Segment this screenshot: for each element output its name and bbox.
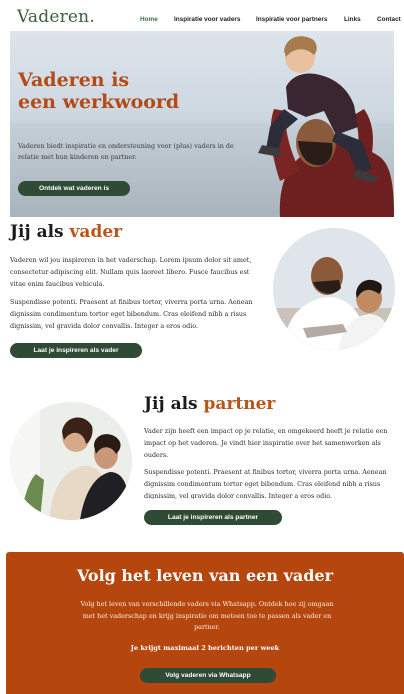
follow-whatsapp-button[interactable]: Volg vaderen via Whatsapp [140,668,276,683]
partner-paragraph-1: Vader zijn heeft een impact op je relati… [144,427,388,459]
cta-frequency-note: Je krijgt maximaal 2 berichten per week [130,644,280,652]
partner-title-accent: partner [203,394,276,414]
hero-description: Vaderen biedt inspiratie en ondersteunin… [18,142,234,161]
father-son-illustration [273,228,395,350]
hero-banner: Vaderen is een werkwoord Vaderen biedt i… [10,31,394,217]
nav-item-contact[interactable]: Contact [377,16,401,23]
father-paragraph-2: Suspendisse potenti. Praesent at finibus… [10,298,253,330]
father-title-accent: vader [69,222,123,242]
partner-couple-photo [10,402,132,520]
nav-item-inspiratie-vaders[interactable]: Inspiratie voor vaders [174,16,240,23]
nav-item-home[interactable]: Home [140,16,158,23]
partner-section-title: Jij als partner [144,394,275,414]
discover-vaderen-button[interactable]: Ontdek wat vaderen is [18,181,130,196]
top-nav: Vaderen. Home Inspiratie voor vaders Ins… [0,0,404,32]
cta-description: Volg het leven van verschillende vaders … [80,600,334,631]
hero-title: Vaderen is een werkwoord [18,69,228,113]
partner-paragraph-2-clip: Suspendisse potenti. Praesent at finibus… [144,467,398,499]
father-section-title: Jij als vader [10,222,122,242]
father-son-photo [273,228,395,350]
father-paragraph-1: Vaderen wil jou inspireren in het vaders… [10,256,252,288]
partner-title-prefix: Jij als [144,394,204,414]
nav-item-inspiratie-partners[interactable]: Inspiratie voor partners [256,16,327,23]
partner-paragraph-2: Suspendisse potenti. Praesent at finibus… [144,468,387,499]
hero-title-line2: een werkwoord [18,91,180,113]
hero-father-child-photo [258,36,394,217]
cta-title: Volg het leven van een vader [76,566,334,585]
partner-inspire-button[interactable]: Laat je inspireren als partner [144,510,282,525]
father-inspire-button[interactable]: Laat je inspireren als vader [10,343,142,358]
father-title-prefix: Jij als [10,222,70,242]
hero-title-line1: Vaderen is [18,69,130,91]
partner-couple-illustration [10,402,132,520]
whatsapp-cta-section: Volg het leven van een vader Volg het le… [6,552,404,694]
nav-links: Home Inspiratie voor vaders Inspiratie v… [0,16,404,26]
nav-item-links[interactable]: Links [344,16,361,23]
